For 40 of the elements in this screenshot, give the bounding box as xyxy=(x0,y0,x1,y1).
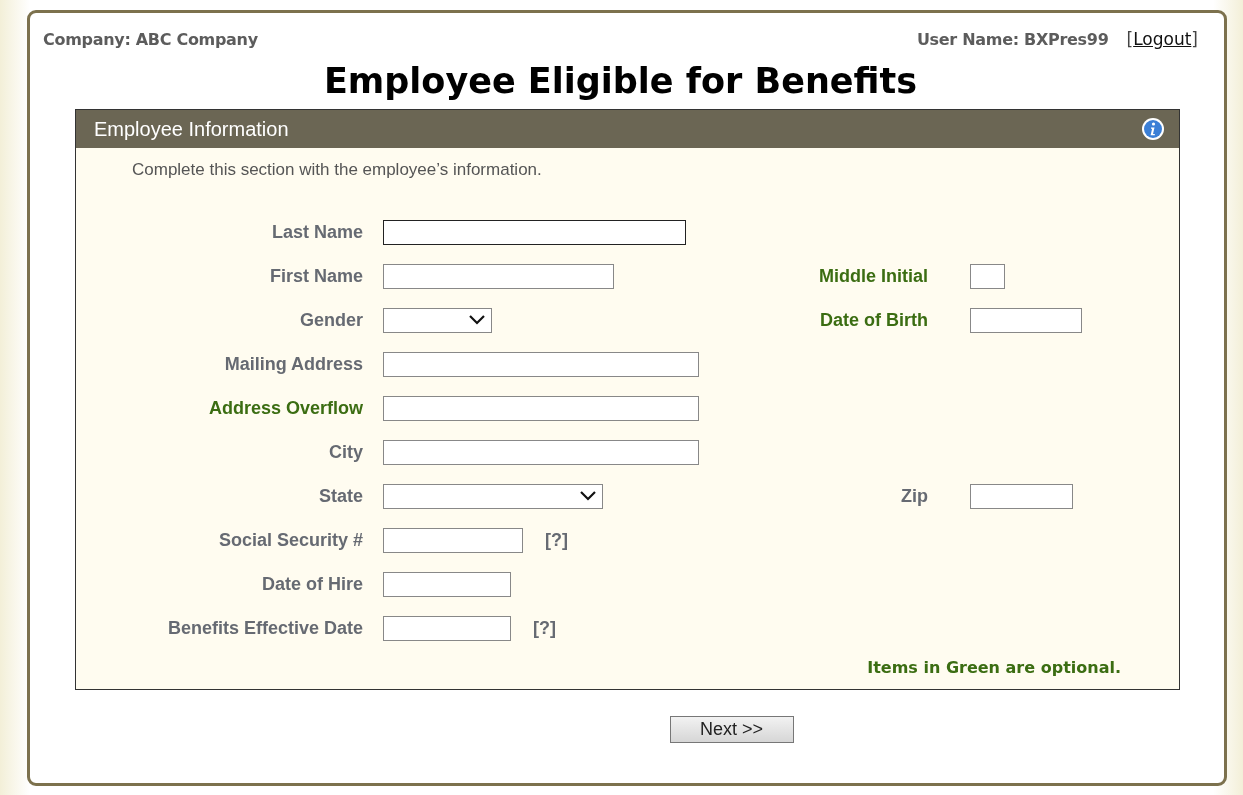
field-label: Zip xyxy=(900,485,929,507)
panel-title: Employee Information xyxy=(94,117,289,141)
text-field[interactable] xyxy=(383,395,699,421)
instructions-text: Complete this section with the employee’s information. xyxy=(132,160,543,180)
field-label: Mailing Address xyxy=(223,353,364,375)
dropdown-field[interactable] xyxy=(383,307,492,333)
field-label: Address Overflow xyxy=(207,397,364,419)
field-label: First Name xyxy=(268,265,364,287)
text-field[interactable] xyxy=(383,615,511,641)
field-label: Middle Initial xyxy=(818,265,929,287)
field-label: Date of Hire xyxy=(260,573,364,595)
field-label: Benefits Effective Date xyxy=(166,617,364,639)
text-field[interactable] xyxy=(383,351,699,377)
field-label: City xyxy=(328,441,364,463)
user-name-label: User Name: BXPres99 xyxy=(916,29,1109,49)
field-label: Last Name xyxy=(270,221,364,243)
text-field[interactable] xyxy=(383,571,511,597)
text-field[interactable] xyxy=(383,527,523,553)
chevron-down-icon xyxy=(469,315,485,325)
text-field[interactable] xyxy=(970,263,1005,289)
company-label: Company: ABC Company xyxy=(43,29,258,49)
field-label: Gender xyxy=(298,309,364,331)
logout-text: [Logout] xyxy=(1126,29,1198,49)
field-label: Date of Birth xyxy=(819,309,929,331)
info-icon[interactable] xyxy=(1141,117,1165,141)
dropdown-field[interactable] xyxy=(383,483,603,509)
text-field[interactable] xyxy=(383,439,699,465)
logout-link[interactable]: Logout xyxy=(1133,29,1192,49)
field-label: Social Security # xyxy=(217,529,364,551)
text-field[interactable] xyxy=(970,483,1073,509)
text-field[interactable] xyxy=(970,307,1082,333)
page-title: Employee Eligible for Benefits xyxy=(322,61,919,101)
chevron-down-icon xyxy=(580,491,596,501)
text-field[interactable] xyxy=(383,263,614,289)
optional-note: Items in Green are optional. xyxy=(866,658,1121,677)
help-link[interactable]: [?] xyxy=(545,529,568,551)
field-label: State xyxy=(318,485,364,507)
text-field[interactable] xyxy=(383,219,686,245)
help-link[interactable]: [?] xyxy=(533,617,556,639)
next-button[interactable]: Next >> xyxy=(669,716,794,743)
